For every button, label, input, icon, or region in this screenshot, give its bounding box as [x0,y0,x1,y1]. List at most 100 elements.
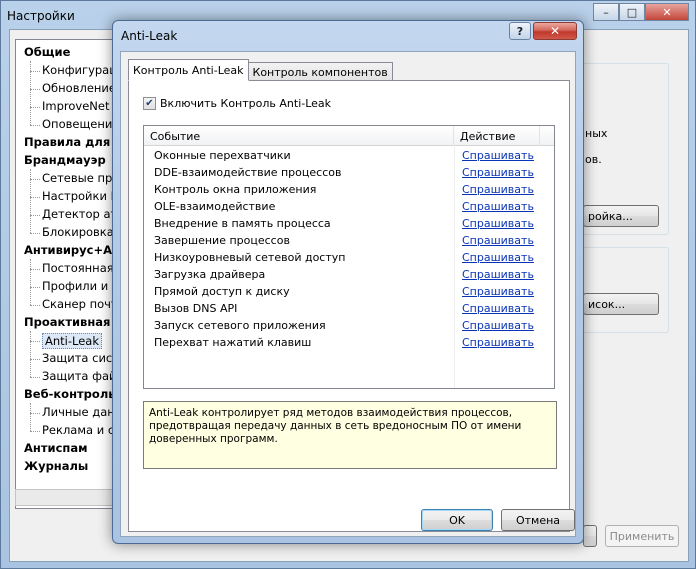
tree-connector [30,233,40,234]
event-name: Запуск сетевого приложения [154,319,326,332]
maximize-button[interactable]: □ [619,3,645,21]
action-link[interactable]: Спрашивать [462,268,534,281]
action-link[interactable]: Спрашивать [462,149,534,162]
action-link[interactable]: Спрашивать [462,319,534,332]
tree-connector [30,197,40,198]
tree-connector [30,305,40,306]
tree-connector [30,269,40,270]
anti-leak-dialog: Anti-Leak ? ✕ Контроль Anti-Leak Контрол… [112,20,584,544]
dialog-close-button[interactable]: ✕ [533,22,577,40]
tree-category[interactable]: Веб-контроль [24,387,114,401]
apply-button[interactable]: Применить [605,525,679,547]
event-name: DDE-взаимодействие процессов [154,166,342,179]
tree-category[interactable]: Антиспам [24,441,88,455]
help-button[interactable]: ? [509,22,531,40]
tree-connector [30,215,40,216]
action-link[interactable]: Спрашивать [462,251,534,264]
tree-item[interactable]: Конфигурация [42,63,114,77]
tree-item[interactable]: ImproveNet [42,99,109,113]
minimize-button[interactable]: – [593,3,619,21]
settings-group-box-2 [581,247,669,333]
settings-text-fragment-1: ных [585,127,608,140]
event-name: Прямой доступ к диску [154,285,290,298]
tree-category[interactable]: Проактивная за [24,315,114,329]
tree-item[interactable]: Блокировка [42,225,114,239]
tree-item[interactable]: Личные данн [42,405,114,419]
tree-connector [30,169,31,233]
tree-connector [30,413,40,414]
cancel-button[interactable]: Отмена [501,509,575,531]
tree-item[interactable]: Сканер почт [42,297,114,311]
tab-anti-leak-control[interactable]: Контроль Anti-Leak [128,59,249,81]
settings-window-controls: – □ ✕ [593,3,689,21]
settings-list-button[interactable]: исок... [583,293,659,315]
column-header-event[interactable]: Событие [144,126,454,146]
tree-item[interactable]: Детектор ата [42,207,114,221]
tree-category[interactable]: Брандмауэр [24,153,106,167]
tree-item[interactable]: Anti-Leak [42,333,102,349]
settings-hidden-button[interactable] [583,525,597,547]
table-row[interactable]: Загрузка драйвера Спрашивать [144,266,554,283]
settings-tree[interactable]: Общие Конфигурация Обновление ImproveNet Опо… [15,39,115,509]
enable-anti-leak-row[interactable]: ✔ Включить Контроль Anti-Leak [143,97,331,110]
event-name: Загрузка драйвера [154,268,266,281]
event-name: Оконные перехватчики [154,149,291,162]
table-row[interactable]: Низкоуровневый сетевой доступ Спрашивать [144,249,554,266]
tree-category[interactable]: Правила для пр [24,135,114,149]
tree-item[interactable]: Профили и р [42,279,114,293]
events-list[interactable]: Событие Действие Оконные перехватчики Спр… [143,125,555,389]
tree-item[interactable]: Настройки L [42,189,114,203]
column-header-action[interactable]: Действие [454,126,540,146]
tree-connector [30,377,40,378]
table-row[interactable]: Вызов DNS API Спрашивать [144,300,554,317]
table-row[interactable]: Контроль окна приложения Спрашивать [144,181,554,198]
tree-category[interactable]: Журналы [24,459,88,473]
table-row[interactable]: Оконные перехватчики Спрашивать [144,147,554,164]
tree-connector [30,287,40,288]
tree-horizontal-scrollbar[interactable]: ||| [15,489,120,506]
table-row[interactable]: Завершение процессов Спрашивать [144,232,554,249]
tree-item[interactable]: Сетевые пра [42,171,114,185]
enable-anti-leak-label: Включить Контроль Anti-Leak [160,97,332,110]
ok-button[interactable]: OK [421,509,493,531]
tree-item[interactable]: Обновление [42,81,114,95]
event-name: Завершение процессов [154,234,290,247]
action-link[interactable]: Спрашивать [462,183,534,196]
tree-connector [30,107,40,108]
tree-category[interactable]: Общие [24,45,70,59]
action-link[interactable]: Спрашивать [462,217,534,230]
tree-connector [30,71,40,72]
tree-connector [30,341,40,342]
tree-connector [30,259,31,305]
tree-connector [30,431,40,432]
tree-item[interactable]: Оповещения [42,117,114,131]
enable-anti-leak-checkbox[interactable]: ✔ [143,97,156,110]
tree-category[interactable]: Антивирус+Ант [24,243,114,257]
action-link[interactable]: Спрашивать [462,336,534,349]
info-description: Anti-Leak контролирует ряд методов взаим… [143,401,557,469]
action-link[interactable]: Спрашивать [462,166,534,179]
table-row[interactable]: Перехват нажатий клавиш Спрашивать [144,334,554,351]
table-row[interactable]: DDE-взаимодействие процессов Спрашивать [144,164,554,181]
action-link[interactable]: Спрашивать [462,234,534,247]
tab-component-control[interactable]: Контроль компонентов [247,62,393,81]
table-row[interactable]: Запуск сетевого приложения Спрашивать [144,317,554,334]
table-row[interactable]: Внедрение в память процесса Спрашивать [144,215,554,232]
table-row[interactable]: OLE-взаимодействие Спрашивать [144,198,554,215]
tree-item[interactable]: Защита сист [42,351,114,365]
action-link[interactable]: Спрашивать [462,302,534,315]
tree-connector [30,125,40,126]
tree-item[interactable]: Постоянная [42,261,114,275]
tree-item[interactable]: Защита фай [42,369,114,383]
settings-close-button[interactable]: ✕ [645,3,689,21]
checkmark-icon: ✔ [145,97,154,109]
tree-item[interactable]: Реклама и са [42,423,114,437]
settings-text-fragment-2: ов. [585,153,602,166]
table-row[interactable]: Прямой доступ к диску Спрашивать [144,283,554,300]
settings-configure-button[interactable]: ройка... [583,205,659,227]
tree-connector [30,403,31,431]
action-link[interactable]: Спрашивать [462,200,534,213]
tree-connector [30,331,31,377]
dialog-client-area: Контроль Anti-Leak Контроль компонентов … [120,51,576,537]
action-link[interactable]: Спрашивать [462,285,534,298]
